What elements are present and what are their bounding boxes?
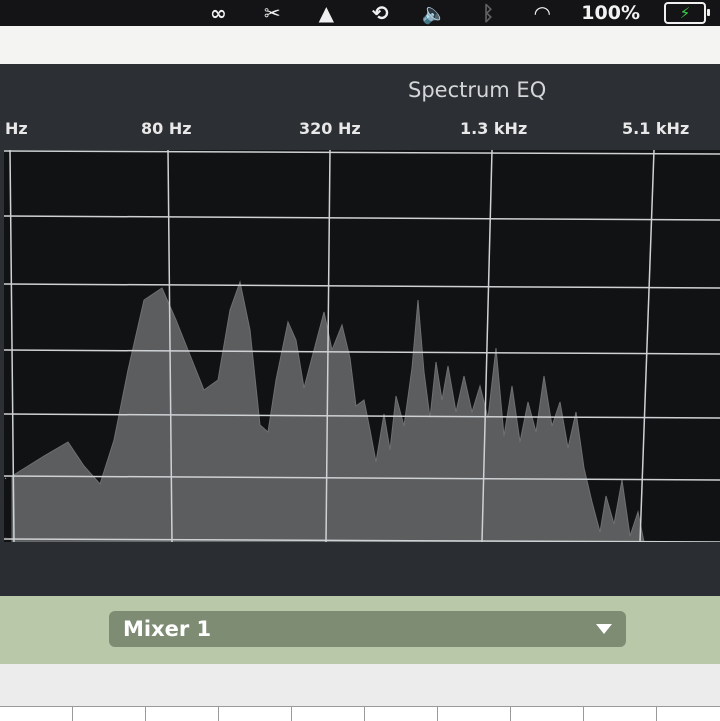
db-tick-mark: · (4, 474, 8, 485)
airplay-icon[interactable]: ▲ (311, 1, 341, 25)
volume-icon[interactable]: 🔈 (419, 1, 449, 25)
battery-icon[interactable]: ⚡ (664, 2, 710, 24)
scissors-icon[interactable]: ✂ (257, 1, 287, 25)
time-machine-icon[interactable]: ⟲ (365, 1, 395, 25)
table-cell (657, 707, 720, 721)
table-cell (511, 707, 584, 721)
mixer-dropdown[interactable]: Mixer 1 (109, 611, 626, 647)
table-cell (584, 707, 657, 721)
freq-label-1-3khz: 1.3 kHz (460, 119, 528, 138)
table-cell (438, 707, 511, 721)
freq-label-5-1khz: 5.1 kHz (622, 119, 690, 138)
wifi-icon[interactable]: ◠ (527, 1, 557, 25)
table-cell (146, 707, 219, 721)
chevron-down-icon (596, 624, 612, 634)
menu-bar: ∞ ✂ ▲ ⟲ 🔈 ᛒ ◠ 100% ⚡ (0, 0, 720, 26)
table-cell (73, 707, 146, 721)
panel-footer (0, 542, 720, 596)
bluetooth-icon[interactable]: ᛒ (473, 1, 503, 25)
spectrum-svg (4, 150, 720, 542)
window-background (0, 26, 720, 66)
table-cell (219, 707, 292, 721)
freq-label-hz: Hz (5, 119, 28, 138)
freq-label-80hz: 80 Hz (141, 119, 192, 138)
spectrum-graph[interactable]: · · (4, 150, 720, 542)
panel-title: Spectrum EQ (408, 78, 547, 102)
mixer-dropdown-value: Mixer 1 (123, 617, 212, 641)
freq-label-320hz: 320 Hz (299, 119, 361, 138)
table-row (0, 706, 720, 721)
table-cell (292, 707, 365, 721)
table-cell (365, 707, 438, 721)
db-tick-mark: · (4, 534, 8, 542)
table-cell (0, 707, 73, 721)
battery-percent[interactable]: 100% (581, 2, 640, 24)
creative-cloud-icon[interactable]: ∞ (203, 1, 233, 25)
